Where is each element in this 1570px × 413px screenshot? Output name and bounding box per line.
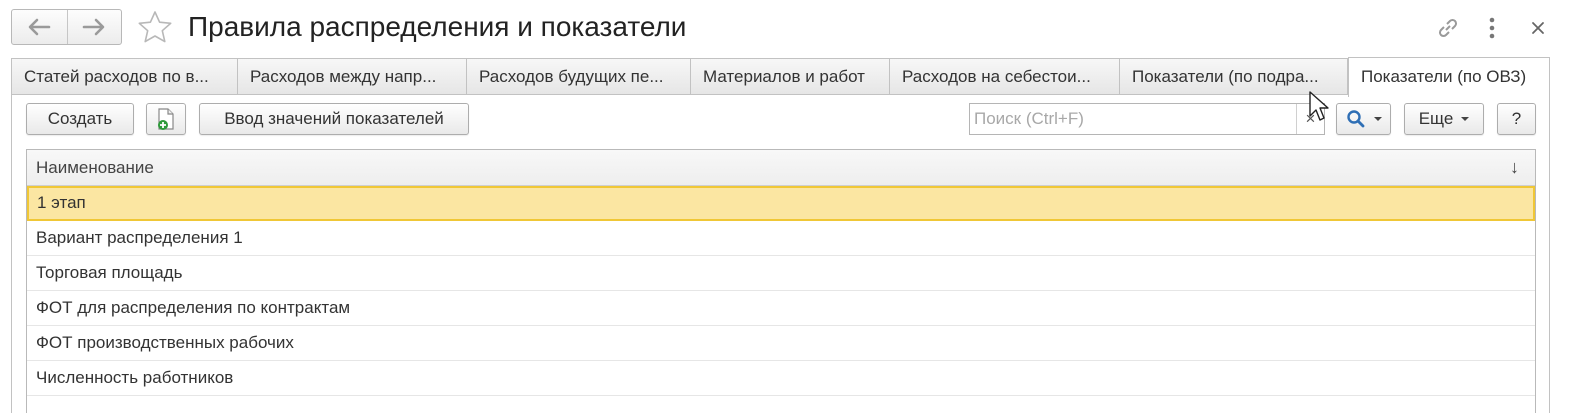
create-button[interactable]: Создать xyxy=(26,103,134,135)
enter-indicator-values-button[interactable]: Ввод значений показателей xyxy=(199,103,469,135)
navigation-group xyxy=(11,9,122,45)
chevron-down-icon xyxy=(1373,117,1382,121)
table-row-empty xyxy=(27,396,1535,413)
column-header-label: Наименование xyxy=(36,158,154,177)
tab-future-expenses[interactable]: Расходов будущих пе... xyxy=(466,58,690,95)
search-input[interactable] xyxy=(970,104,1296,134)
magnifier-icon xyxy=(1346,110,1364,128)
table-row[interactable]: Вариант распределения 1 xyxy=(27,221,1535,256)
forward-arrow-icon xyxy=(82,18,105,36)
tab-expense-items[interactable]: Статей расходов по в... xyxy=(11,58,237,95)
tab-indicators-by-department[interactable]: Показатели (по подра... xyxy=(1119,58,1348,95)
back-arrow-icon xyxy=(28,18,51,36)
table-row[interactable]: ФОТ производственных рабочих xyxy=(27,326,1535,361)
search-field: × xyxy=(969,103,1325,135)
search-options-button[interactable] xyxy=(1336,103,1391,135)
table-row[interactable]: Численность работников xyxy=(27,361,1535,396)
title-bar: Правила распределения и показатели xyxy=(0,0,1570,56)
sort-down-icon[interactable]: ↓ xyxy=(1510,150,1519,185)
tab-materials-and-works[interactable]: Материалов и работ xyxy=(690,58,889,95)
tab-cost-expenses[interactable]: Расходов на себестои... xyxy=(889,58,1119,95)
table-row[interactable]: ФОТ для распределения по контрактам xyxy=(27,291,1535,326)
back-button[interactable] xyxy=(12,10,67,44)
link-icon xyxy=(1438,18,1458,38)
tab-expenses-between-directions[interactable]: Расходов между напр... xyxy=(237,58,466,95)
chevron-down-icon xyxy=(1461,117,1470,121)
more-actions-button[interactable] xyxy=(1478,14,1506,42)
help-button[interactable]: ? xyxy=(1497,103,1536,135)
more-vertical-icon xyxy=(1489,17,1495,39)
table-row[interactable]: Торговая площадь xyxy=(27,256,1535,291)
new-document-icon xyxy=(158,108,174,130)
indicators-table: Наименование ↓ 1 этап Вариант распределе… xyxy=(26,149,1536,413)
more-button-label: Еще xyxy=(1418,109,1454,128)
table-row[interactable]: 1 этап xyxy=(27,186,1535,221)
create-copy-button[interactable] xyxy=(146,103,186,135)
page-title: Правила распределения и показатели xyxy=(188,11,687,42)
column-header-name[interactable]: Наименование ↓ xyxy=(27,150,1535,186)
close-icon xyxy=(1532,22,1544,34)
link-button[interactable] xyxy=(1434,14,1462,42)
star-icon[interactable] xyxy=(136,9,174,47)
close-button[interactable] xyxy=(1524,14,1552,42)
more-button[interactable]: Еще xyxy=(1404,103,1484,135)
forward-button[interactable] xyxy=(66,10,122,44)
tab-indicators-by-ovz[interactable]: Показатели (по ОВЗ) xyxy=(1348,57,1550,97)
mouse-cursor-icon xyxy=(1309,91,1329,121)
